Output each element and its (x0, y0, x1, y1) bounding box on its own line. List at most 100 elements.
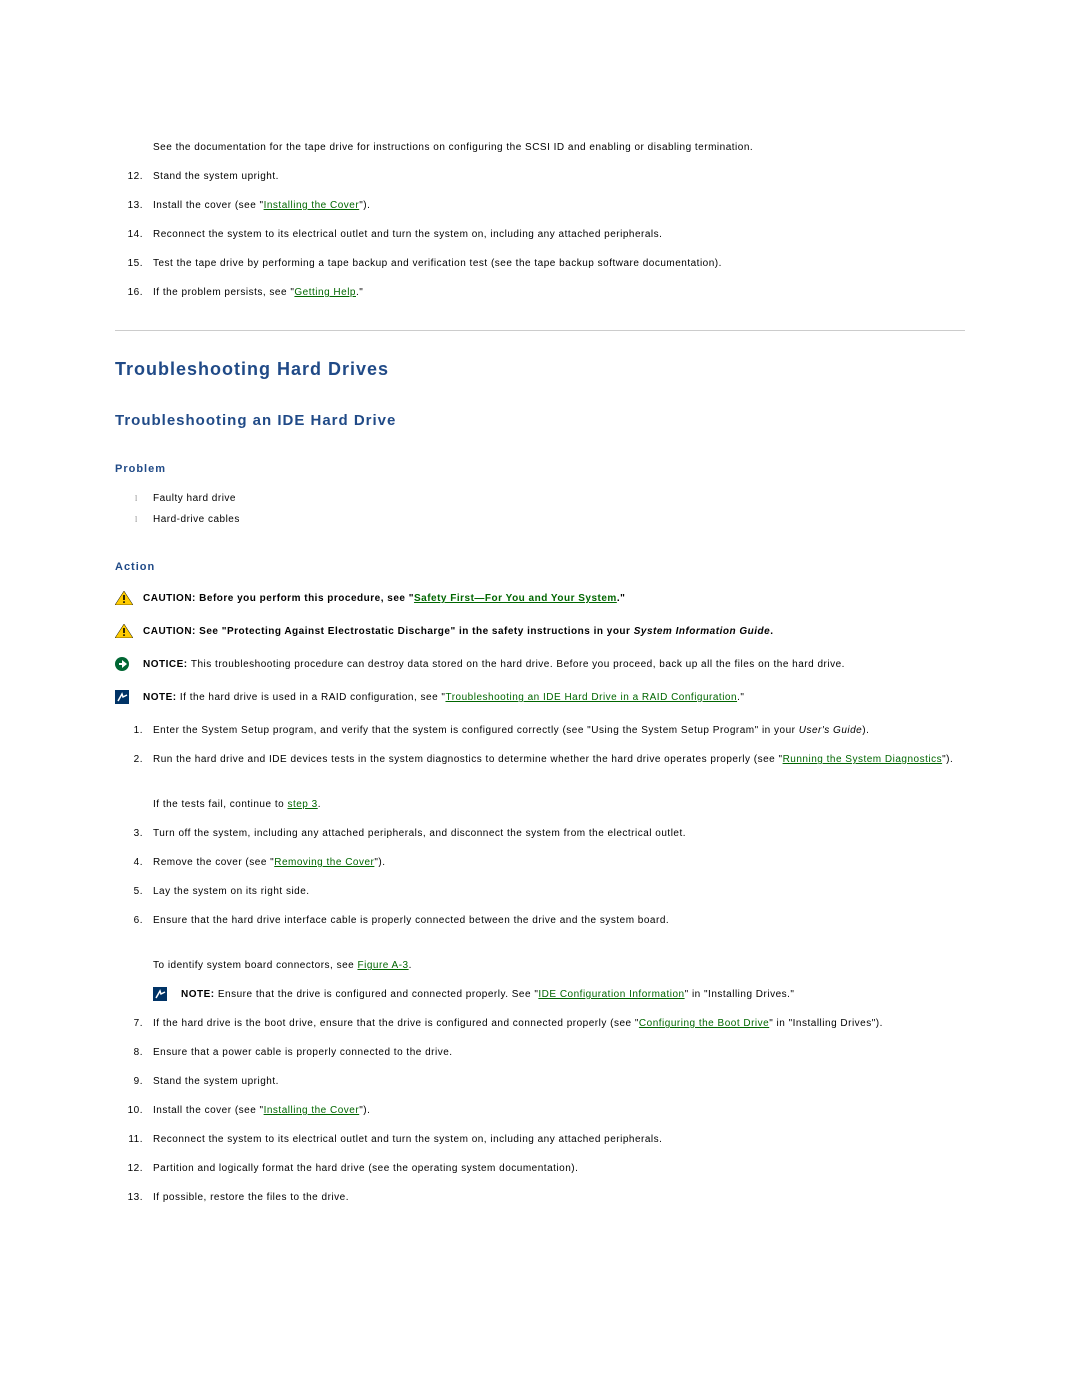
note-label: NOTE: (143, 692, 180, 703)
caution-callout: CAUTION: Before you perform this procedu… (115, 591, 965, 606)
tests-fail-note: If the tests fail, continue to step 3. (153, 797, 965, 812)
step-number: 8. (115, 1045, 143, 1060)
step-text: "). (359, 1105, 370, 1116)
action-step-10: 10. Install the cover (see "Installing t… (115, 1103, 965, 1118)
action-steps-continued: 3. Turn off the system, including any at… (115, 826, 965, 928)
action-step-1: 1. Enter the System Setup program, and v… (115, 723, 965, 738)
action-step-13: 13. If possible, restore the files to th… (115, 1190, 965, 1205)
installing-the-cover-link[interactable]: Installing the Cover (264, 200, 360, 211)
action-step-3: 3. Turn off the system, including any at… (115, 826, 965, 841)
step-text: . (409, 960, 412, 971)
tape-drive-config-note: See the documentation for the tape drive… (115, 140, 965, 155)
step-text: If the hard drive is the boot drive, ens… (153, 1018, 639, 1029)
step-text: Ensure that a power cable is properly co… (153, 1047, 453, 1058)
step-text: Partition and logically format the hard … (153, 1163, 578, 1174)
action-steps-continued-2: 7. If the hard drive is the boot drive, … (115, 1016, 965, 1205)
document-page: See the documentation for the tape drive… (0, 0, 1080, 1397)
list-item: Faulty hard drive (135, 493, 965, 504)
step-15: 15. Test the tape drive by performing a … (115, 256, 965, 271)
step-text: To identify system board connectors, see (153, 960, 357, 971)
action-step-2: 2. Run the hard drive and IDE devices te… (115, 752, 965, 767)
callout-text: Before you perform this procedure, see " (199, 593, 414, 604)
getting-help-link[interactable]: Getting Help (294, 287, 356, 298)
step-number: 9. (115, 1074, 143, 1089)
step-text: Run the hard drive and IDE devices tests… (153, 754, 783, 765)
note-icon (115, 690, 133, 704)
step-text: ." (356, 287, 363, 298)
action-step-9: 9. Stand the system upright. (115, 1074, 965, 1089)
step-number: 11. (115, 1132, 143, 1147)
notice-icon (115, 657, 133, 671)
caution-icon (115, 624, 133, 638)
callout-body: NOTICE: This troubleshooting procedure c… (143, 657, 965, 672)
problem-heading: Problem (115, 463, 965, 475)
step-text: Reconnect the system to its electrical o… (153, 229, 662, 240)
step-text: Lay the system on its right side. (153, 886, 310, 897)
note-icon (153, 987, 171, 1001)
action-step-11: 11. Reconnect the system to its electric… (115, 1132, 965, 1147)
step-number: 12. (115, 169, 143, 184)
step-14: 14. Reconnect the system to its electric… (115, 227, 965, 242)
step-text: If the tests fail, continue to (153, 799, 287, 810)
action-step-4: 4. Remove the cover (see "Removing the C… (115, 855, 965, 870)
step-number: 14. (115, 227, 143, 242)
step-number: 1. (115, 723, 143, 738)
step-number: 12. (115, 1161, 143, 1176)
figure-a3-link[interactable]: Figure A-3 (357, 960, 408, 971)
previous-section-steps-continued: 12. Stand the system upright. 13. Instal… (115, 169, 965, 300)
step-text: Test the tape drive by performing a tape… (153, 258, 722, 269)
installing-the-cover-link-2[interactable]: Installing the Cover (264, 1105, 360, 1116)
configuring-boot-drive-link[interactable]: Configuring the Boot Drive (639, 1018, 769, 1029)
step-text: Stand the system upright. (153, 171, 279, 182)
running-system-diagnostics-link[interactable]: Running the System Diagnostics (783, 754, 943, 765)
removing-the-cover-link[interactable]: Removing the Cover (274, 857, 374, 868)
callout-text: This troubleshooting procedure can destr… (191, 659, 845, 670)
step-number: 15. (115, 256, 143, 271)
ide-configuration-link[interactable]: IDE Configuration Information (538, 989, 684, 1000)
step-text: Install the cover (see " (153, 200, 264, 211)
step-number: 13. (115, 1190, 143, 1205)
step-16: 16. If the problem persists, see "Gettin… (115, 285, 965, 300)
callout-body: CAUTION: Before you perform this procedu… (143, 591, 965, 606)
step-text: "). (359, 200, 370, 211)
callout-text: If the hard drive is used in a RAID conf… (180, 692, 446, 703)
action-callouts: CAUTION: Before you perform this procedu… (115, 591, 965, 705)
callout-text: ." (737, 692, 744, 703)
caution-label: CAUTION: (143, 626, 199, 637)
step-text: Stand the system upright. (153, 1076, 279, 1087)
callout-text: ." (617, 593, 626, 604)
action-steps: 1. Enter the System Setup program, and v… (115, 723, 965, 767)
step-number: 13. (115, 198, 143, 213)
note-label: NOTE: (181, 989, 218, 1000)
step-13: 13. Install the cover (see "Installing t… (115, 198, 965, 213)
step-text: ). (862, 725, 869, 736)
step-text: Remove the cover (see " (153, 857, 274, 868)
problem-list: Faulty hard drive Hard-drive cables (115, 493, 965, 525)
users-guide: User's Guide (799, 725, 863, 736)
step-number: 16. (115, 285, 143, 300)
raid-configuration-link[interactable]: Troubleshooting an IDE Hard Drive in a R… (445, 692, 737, 703)
nested-note-callout: NOTE: Ensure that the drive is configure… (153, 987, 965, 1002)
step-text: . (318, 799, 321, 810)
callout-body: NOTE: If the hard drive is used in a RAI… (143, 690, 965, 705)
step-text: If possible, restore the files to the dr… (153, 1192, 349, 1203)
step-text: Reconnect the system to its electrical o… (153, 1134, 662, 1145)
action-heading: Action (115, 561, 965, 573)
callout-body: NOTE: Ensure that the drive is configure… (181, 987, 794, 1002)
callout-text: See "Protecting Against Electrostatic Di… (199, 626, 634, 637)
step-number: 10. (115, 1103, 143, 1118)
step-text: Install the cover (see " (153, 1105, 264, 1116)
step-number: 5. (115, 884, 143, 899)
step-3-link[interactable]: step 3 (287, 799, 317, 810)
step-number: 3. (115, 826, 143, 841)
callout-text: Ensure that the drive is configured and … (218, 989, 538, 1000)
notice-callout: NOTICE: This troubleshooting procedure c… (115, 657, 965, 672)
note-callout: NOTE: If the hard drive is used in a RAI… (115, 690, 965, 705)
step-12: 12. Stand the system upright. (115, 169, 965, 184)
section-heading-troubleshooting-hard-drives: Troubleshooting Hard Drives (115, 359, 965, 380)
safety-first-link[interactable]: Safety First—For You and Your System (414, 593, 617, 604)
step-text: Ensure that the hard drive interface cab… (153, 915, 669, 926)
step-number: 4. (115, 855, 143, 870)
step-text: Enter the System Setup program, and veri… (153, 725, 799, 736)
step-text: "). (374, 857, 385, 868)
